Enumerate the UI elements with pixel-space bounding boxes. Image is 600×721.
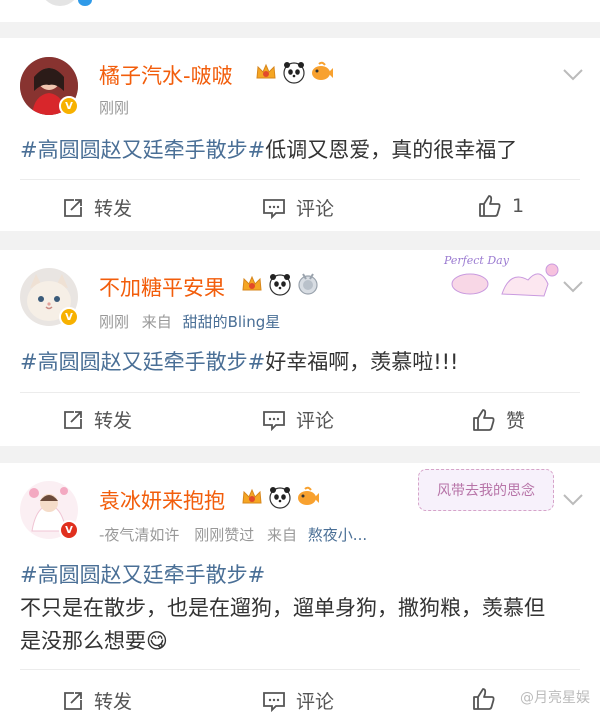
avatar[interactable]: V [20,268,79,327]
repost-button[interactable]: 转发 [62,687,132,714]
post-meta: -夜气清如许 刚刚赞过 来自 熬夜小... [99,524,367,545]
user-badges [254,60,334,84]
repost-icon [64,691,82,710]
hashtag-link[interactable]: #高圆圆赵又廷牵手散步# [20,563,265,587]
panda-icon[interactable] [268,485,292,509]
repost-icon [64,410,82,429]
comment-button[interactable]: 评论 [262,406,334,433]
action-bar: 转发 评论 [0,687,600,717]
crown-icon[interactable] [254,60,278,84]
repost-button[interactable]: 转发 [62,194,132,221]
previous-post-stub [0,0,600,22]
verified-badge-icon [78,0,92,6]
watermark: @月亮星娱 [520,690,590,706]
post-card: V 橘子汽水-啵啵 刚刚 #高圆圆赵又廷牵手散步#低调又恩爱，真的很幸福了 转发… [0,38,600,231]
post-text: 低调又恩爱，真的很幸福了 [265,138,518,162]
comment-label: 评论 [296,410,335,432]
verified-badge-icon: V [59,307,79,327]
panda-icon[interactable] [282,60,306,84]
comment-icon [263,198,285,219]
comment-button[interactable]: 评论 [262,194,334,221]
user-signature: -夜气清如许 [99,526,180,544]
source-link[interactable]: 熬夜小... [308,526,367,544]
repost-label: 转发 [94,198,133,220]
fish-icon[interactable] [296,485,320,509]
chevron-down-icon[interactable] [562,493,584,507]
medal-icon[interactable] [296,272,320,296]
avatar[interactable]: V [20,481,79,540]
repost-button[interactable]: 转发 [62,406,132,433]
panda-icon[interactable] [268,272,292,296]
hashtag-link[interactable]: #高圆圆赵又廷牵手散步# [20,350,265,374]
repost-label: 转发 [94,691,133,713]
post-text-continued: 是没那么想要 [20,629,146,653]
crown-icon[interactable] [240,272,264,296]
decor-card-image: Perfect Day [443,254,559,297]
chevron-down-icon[interactable] [562,68,584,82]
post-time: 刚刚 [99,99,130,117]
post-content: #高圆圆赵又廷牵手散步#好幸福啊，羡慕啦!!! [20,346,580,379]
repost-icon [64,198,82,217]
user-badges [240,272,320,296]
post-card: V 不加糖平安果 Perfect Day 刚刚 来自 甜甜的Bling星 #高圆… [0,250,600,446]
comment-label: 评论 [296,691,335,713]
repost-label: 转发 [94,410,133,432]
username[interactable]: 不加糖平安果 [99,272,225,302]
like-count: 1 [512,195,525,217]
post-time: 刚刚 [99,313,130,331]
avatar [40,0,80,6]
emoji-icon: 😋 [146,629,168,653]
divider [20,392,580,393]
liked-status: 刚刚赞过 [194,526,255,544]
post-card: V 袁冰妍来抱抱 风带去我的思念 -夜气清如许 刚刚赞过 来自 熬夜小... #… [0,463,600,721]
avatar[interactable]: V [20,57,79,116]
crown-icon[interactable] [240,485,264,509]
comment-icon [263,691,285,712]
post-content: #高圆圆赵又廷牵手散步#低调又恩爱，真的很幸福了 [20,134,580,167]
source-link[interactable]: 甜甜的Bling星 [183,313,281,331]
verified-badge-icon: V [59,96,79,116]
thumbs-up-icon [473,688,495,710]
post-meta: 刚刚 [99,97,129,118]
like-button[interactable]: 赞 [472,406,525,433]
username[interactable]: 橘子汽水-啵啵 [99,60,233,90]
post-meta: 刚刚 来自 甜甜的Bling星 [99,311,280,332]
chevron-down-icon[interactable] [562,280,584,294]
comment-label: 评论 [296,198,335,220]
action-bar: 转发 评论 赞 [0,406,600,436]
thumbs-up-icon [473,408,495,431]
post-text: 不只是在散步，也是在遛狗，遛单身狗，撒狗粮，羡慕但 [20,596,545,620]
like-button[interactable]: 1 [478,194,524,218]
divider [20,669,580,670]
decor-card-text: Perfect Day [443,254,510,267]
like-button[interactable] [472,687,506,711]
user-badges [240,485,320,509]
decor-card: 风带去我的思念 [418,469,554,511]
source-prefix: 来自 [141,313,172,331]
divider [20,179,580,180]
verified-badge-icon: V [59,520,79,540]
hashtag-link[interactable]: #高圆圆赵又廷牵手散步# [20,138,265,162]
post-content: #高圆圆赵又廷牵手散步# 不只是在散步，也是在遛狗，遛单身狗，撒狗粮，羡慕但 是… [20,559,580,658]
post-text: 好幸福啊，羡慕啦!!! [265,350,459,374]
comment-button[interactable]: 评论 [262,687,334,714]
like-label: 赞 [506,410,526,432]
comment-icon [263,410,285,431]
source-prefix: 来自 [267,526,298,544]
thumbs-up-icon [479,195,501,217]
action-bar: 转发 评论 1 [0,194,600,224]
fish-icon[interactable] [310,60,334,84]
username[interactable]: 袁冰妍来抱抱 [99,485,225,515]
